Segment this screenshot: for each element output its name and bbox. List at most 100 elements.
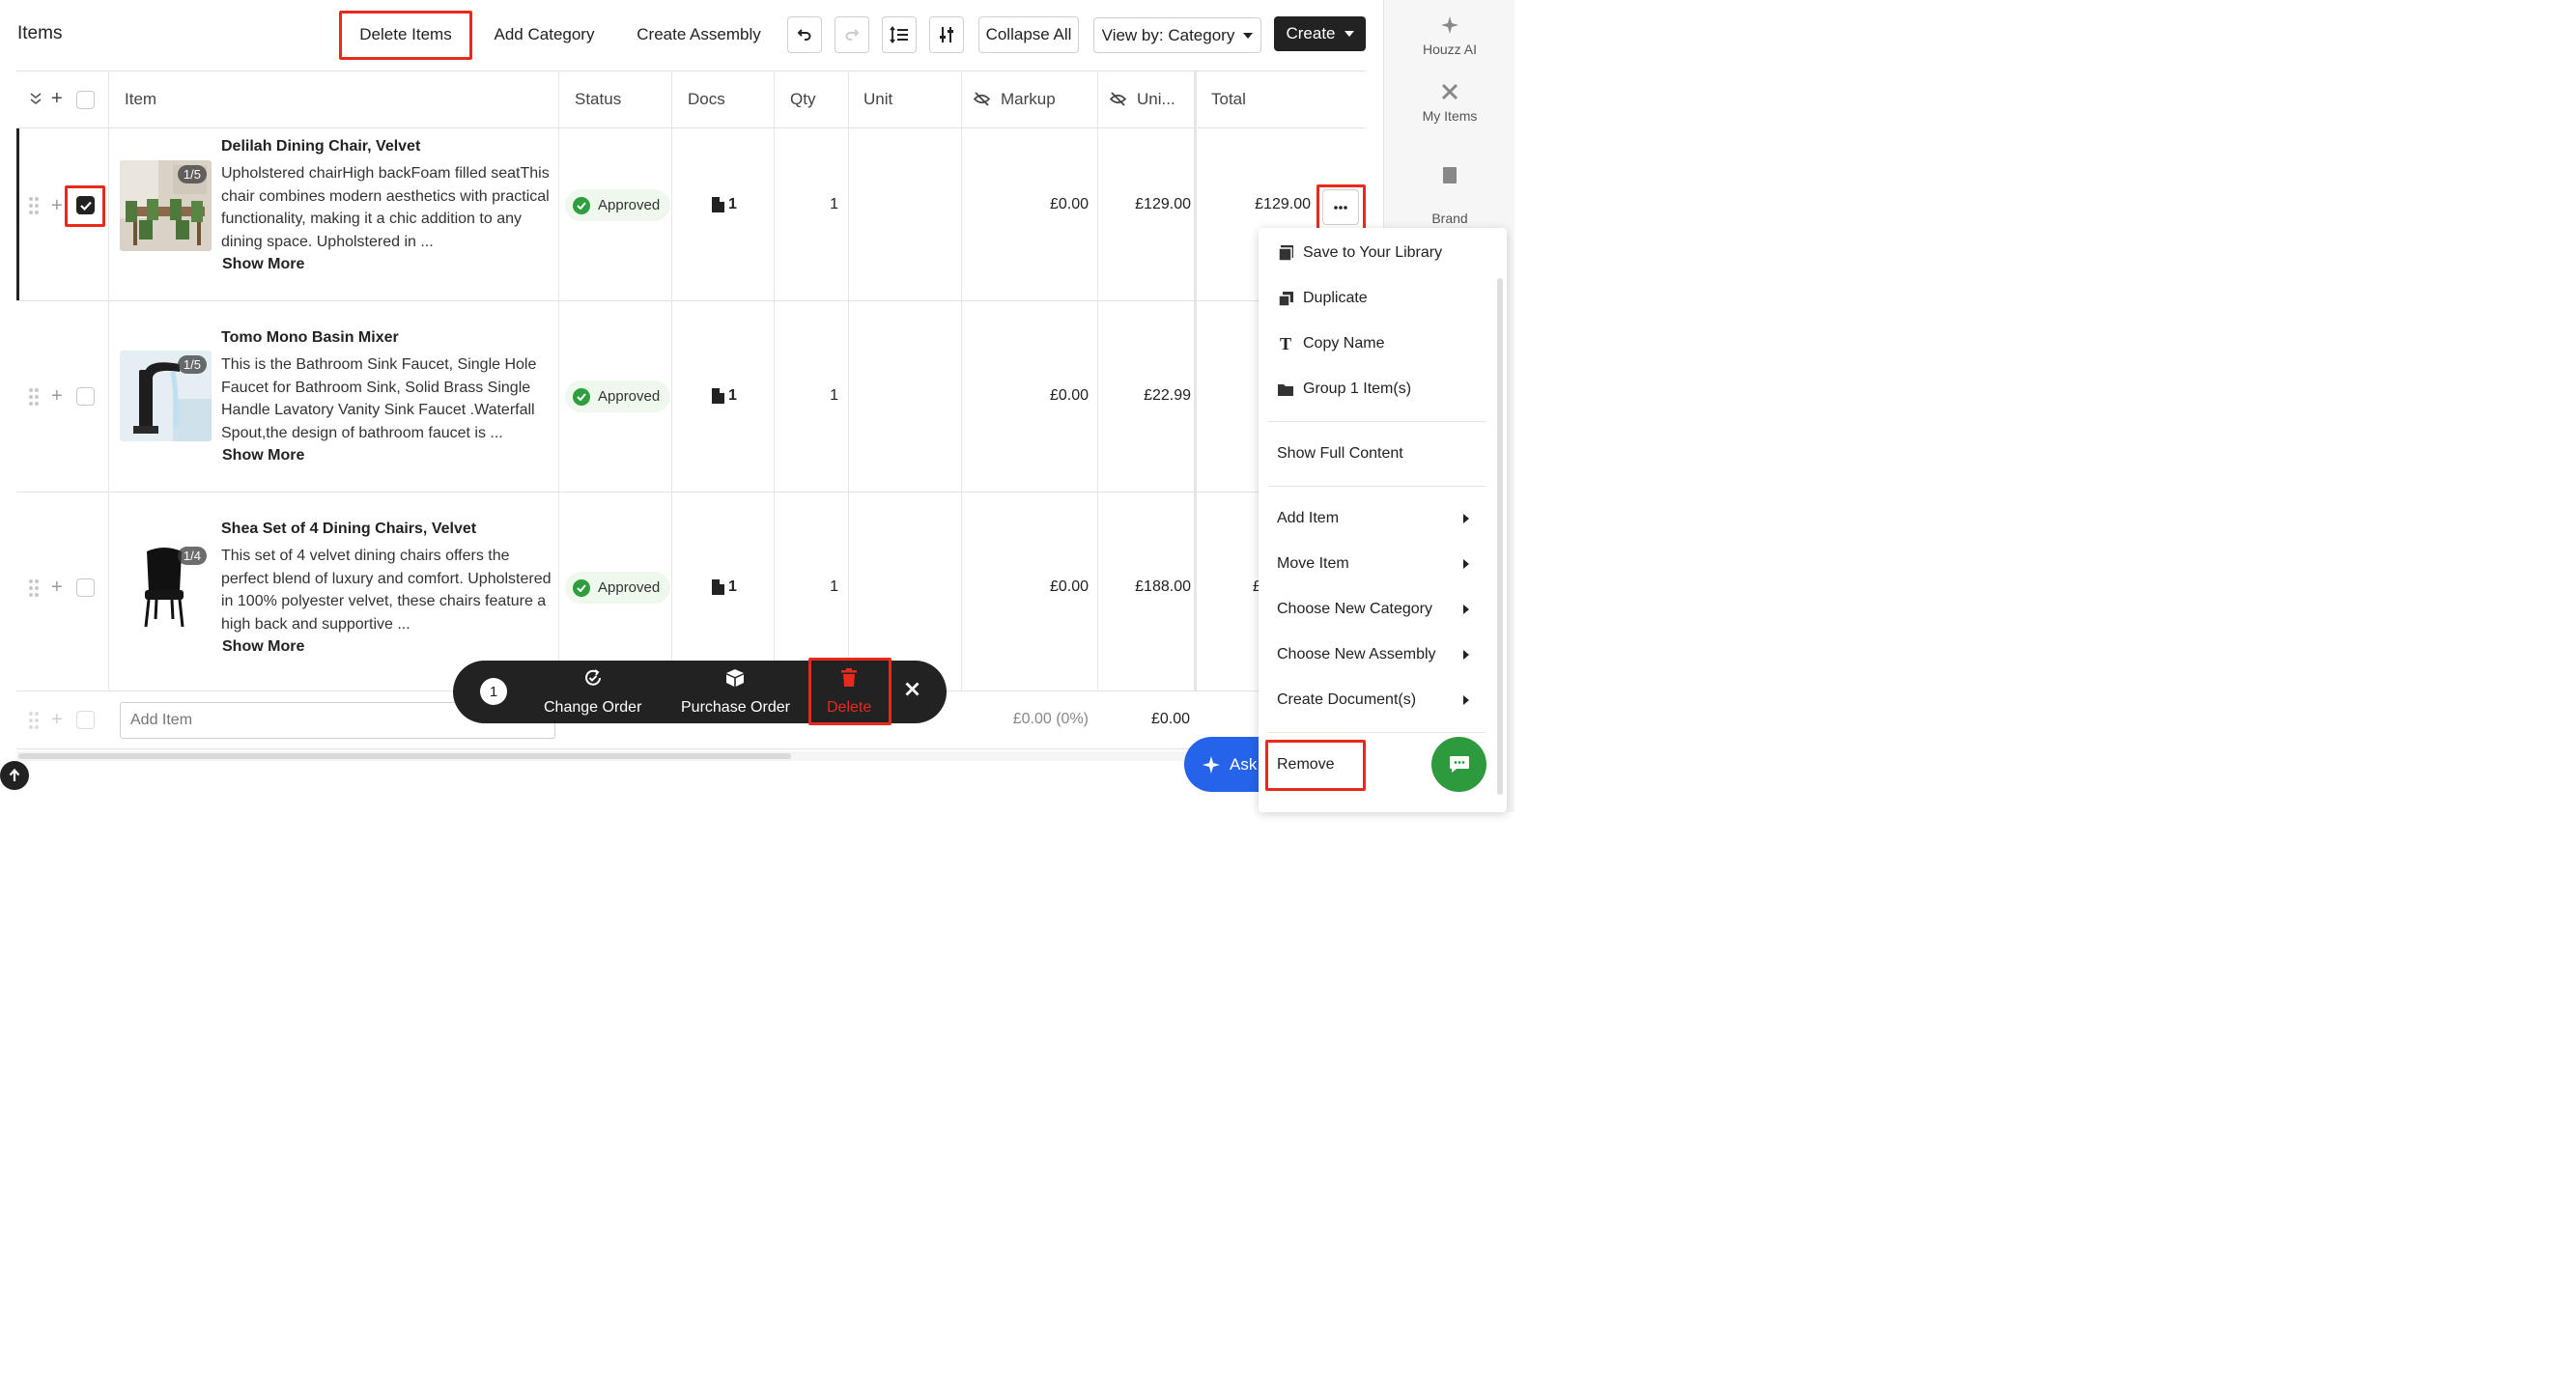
column-header-unit[interactable]: Unit xyxy=(863,90,892,109)
collapse-all-button[interactable]: Collapse All xyxy=(978,16,1079,53)
chevron-right-icon xyxy=(1463,559,1469,569)
drag-handle-icon[interactable] xyxy=(29,388,39,406)
box-icon xyxy=(726,669,745,687)
view-by-label: View by: Category xyxy=(1101,25,1235,44)
delete-items-button[interactable]: Delete Items xyxy=(344,16,467,53)
drag-handle-icon[interactable] xyxy=(29,579,39,597)
rail-houzz-ai[interactable]: Houzz AI xyxy=(1384,15,1515,59)
table-row[interactable]: + 1/5 Delilah Dining Chair, Velvet Uphol… xyxy=(16,128,1359,300)
column-header-docs[interactable]: Docs xyxy=(688,90,725,109)
view-by-select[interactable]: View by: Category xyxy=(1093,17,1261,53)
column-header-markup[interactable]: Markup xyxy=(1001,90,1056,109)
row-more-actions-button[interactable] xyxy=(1322,189,1359,225)
menu-item-group[interactable]: Group 1 Item(s) xyxy=(1277,378,1411,401)
chevron-right-icon xyxy=(1463,605,1469,614)
status-label: Approved xyxy=(598,388,661,405)
redo-button[interactable] xyxy=(835,16,869,53)
show-more-link[interactable]: Show More xyxy=(222,638,304,656)
redo-icon xyxy=(845,29,860,41)
show-more-link[interactable]: Show More xyxy=(222,447,304,465)
table-row[interactable]: + 1/5 Tomo Mono Basin Mixer This is the … xyxy=(16,301,1262,492)
status-badge[interactable]: Approved xyxy=(565,380,671,412)
markup-total: £0.00 (0%) xyxy=(1012,711,1089,727)
scroll-to-top-button[interactable] xyxy=(0,761,29,790)
add-subitem-icon[interactable]: + xyxy=(51,386,63,406)
item-thumbnail[interactable]: 1/5 xyxy=(120,160,212,251)
column-settings-button[interactable] xyxy=(929,16,964,53)
check-circle-icon xyxy=(573,387,590,406)
menu-item-save-to-library[interactable]: Save to Your Library xyxy=(1277,241,1442,265)
undo-button[interactable] xyxy=(787,16,822,53)
change-order-button[interactable]: Change Order xyxy=(544,668,641,717)
show-more-link[interactable]: Show More xyxy=(222,256,304,273)
unit-price-value[interactable]: £22.99 xyxy=(1089,387,1191,405)
markup-value[interactable]: £0.00 xyxy=(973,578,1089,596)
row-checkbox[interactable] xyxy=(76,196,95,214)
scrollbar-thumb[interactable] xyxy=(18,753,791,759)
select-all-checkbox[interactable] xyxy=(76,91,95,109)
eye-slash-icon[interactable] xyxy=(974,92,990,106)
column-header-item[interactable]: Item xyxy=(125,90,156,109)
refresh-check-icon xyxy=(584,669,601,686)
menu-item-move-item[interactable]: Move Item xyxy=(1277,552,1349,576)
drag-handle-icon xyxy=(29,712,39,729)
menu-item-copy-name[interactable]: T Copy Name xyxy=(1277,332,1385,355)
expand-all-icon[interactable] xyxy=(30,92,42,105)
delete-button[interactable]: Delete xyxy=(827,668,871,717)
rail-my-items[interactable]: My Items xyxy=(1384,82,1515,126)
add-category-button[interactable]: Add Category xyxy=(484,16,605,53)
purchase-order-button[interactable]: Purchase Order xyxy=(681,668,790,717)
markup-value[interactable]: £0.00 xyxy=(973,387,1089,405)
menu-item-add-item[interactable]: Add Item xyxy=(1277,507,1339,530)
menu-item-choose-category[interactable]: Choose New Category xyxy=(1277,598,1432,621)
selected-count: 1 xyxy=(480,678,507,705)
unit-price-value[interactable]: £188.00 xyxy=(1089,578,1191,596)
create-button[interactable]: Create xyxy=(1274,16,1366,51)
rail-label: My Items xyxy=(1422,108,1478,124)
unit-price-value[interactable]: £129.00 xyxy=(1089,196,1191,213)
item-thumbnail[interactable]: 1/5 xyxy=(120,351,212,441)
checkmark-icon xyxy=(79,201,92,211)
add-subitem-icon[interactable]: + xyxy=(51,578,63,597)
docs-count[interactable]: 1 xyxy=(712,196,737,213)
eye-slash-icon[interactable] xyxy=(1110,92,1126,106)
column-header-status[interactable]: Status xyxy=(575,90,621,109)
markup-value[interactable]: £0.00 xyxy=(973,196,1089,213)
item-name[interactable]: Tomo Mono Basin Mixer xyxy=(221,329,399,347)
column-header-total[interactable]: Total xyxy=(1211,90,1246,109)
chat-button[interactable] xyxy=(1431,737,1486,792)
line-spacing-button[interactable] xyxy=(882,16,917,53)
column-header-unit-price[interactable]: Uni... xyxy=(1137,90,1175,109)
row-checkbox[interactable] xyxy=(76,387,95,406)
docs-count[interactable]: 1 xyxy=(712,387,737,405)
menu-scrollbar[interactable] xyxy=(1497,278,1503,795)
add-subitem-icon[interactable]: + xyxy=(51,196,63,215)
docs-count[interactable]: 1 xyxy=(712,578,737,596)
menu-item-create-documents[interactable]: Create Document(s) xyxy=(1277,689,1416,712)
create-assembly-button[interactable]: Create Assembly xyxy=(623,16,775,53)
row-checkbox[interactable] xyxy=(76,578,95,597)
book-icon xyxy=(1278,245,1293,261)
qty-value[interactable]: 1 xyxy=(792,578,838,596)
item-name[interactable]: Shea Set of 4 Dining Chairs, Velvet xyxy=(221,521,476,538)
menu-item-remove[interactable]: Remove xyxy=(1277,753,1335,776)
qty-value[interactable]: 1 xyxy=(792,196,838,213)
horizontal-scrollbar[interactable] xyxy=(16,751,1262,761)
status-badge[interactable]: Approved xyxy=(565,189,671,221)
bulk-action-bar: 1 Change Order Purchase Order Delete xyxy=(453,661,947,723)
menu-item-choose-assembly[interactable]: Choose New Assembly xyxy=(1277,643,1436,666)
drag-handle-icon[interactable] xyxy=(29,197,39,214)
add-row-icon[interactable]: + xyxy=(51,89,63,108)
menu-item-show-full-content[interactable]: Show Full Content xyxy=(1277,442,1403,465)
chevron-right-icon xyxy=(1463,695,1469,705)
chevron-down-icon xyxy=(1344,31,1354,37)
menu-item-duplicate[interactable]: Duplicate xyxy=(1277,287,1368,310)
close-action-bar-button[interactable] xyxy=(905,682,920,701)
column-header-qty[interactable]: Qty xyxy=(790,90,815,109)
item-name[interactable]: Delilah Dining Chair, Velvet xyxy=(221,138,420,155)
document-icon xyxy=(712,579,724,595)
item-thumbnail[interactable]: 1/4 xyxy=(120,542,212,633)
qty-value[interactable]: 1 xyxy=(792,387,838,405)
text-icon: T xyxy=(1279,333,1291,353)
status-badge[interactable]: Approved xyxy=(565,572,671,604)
